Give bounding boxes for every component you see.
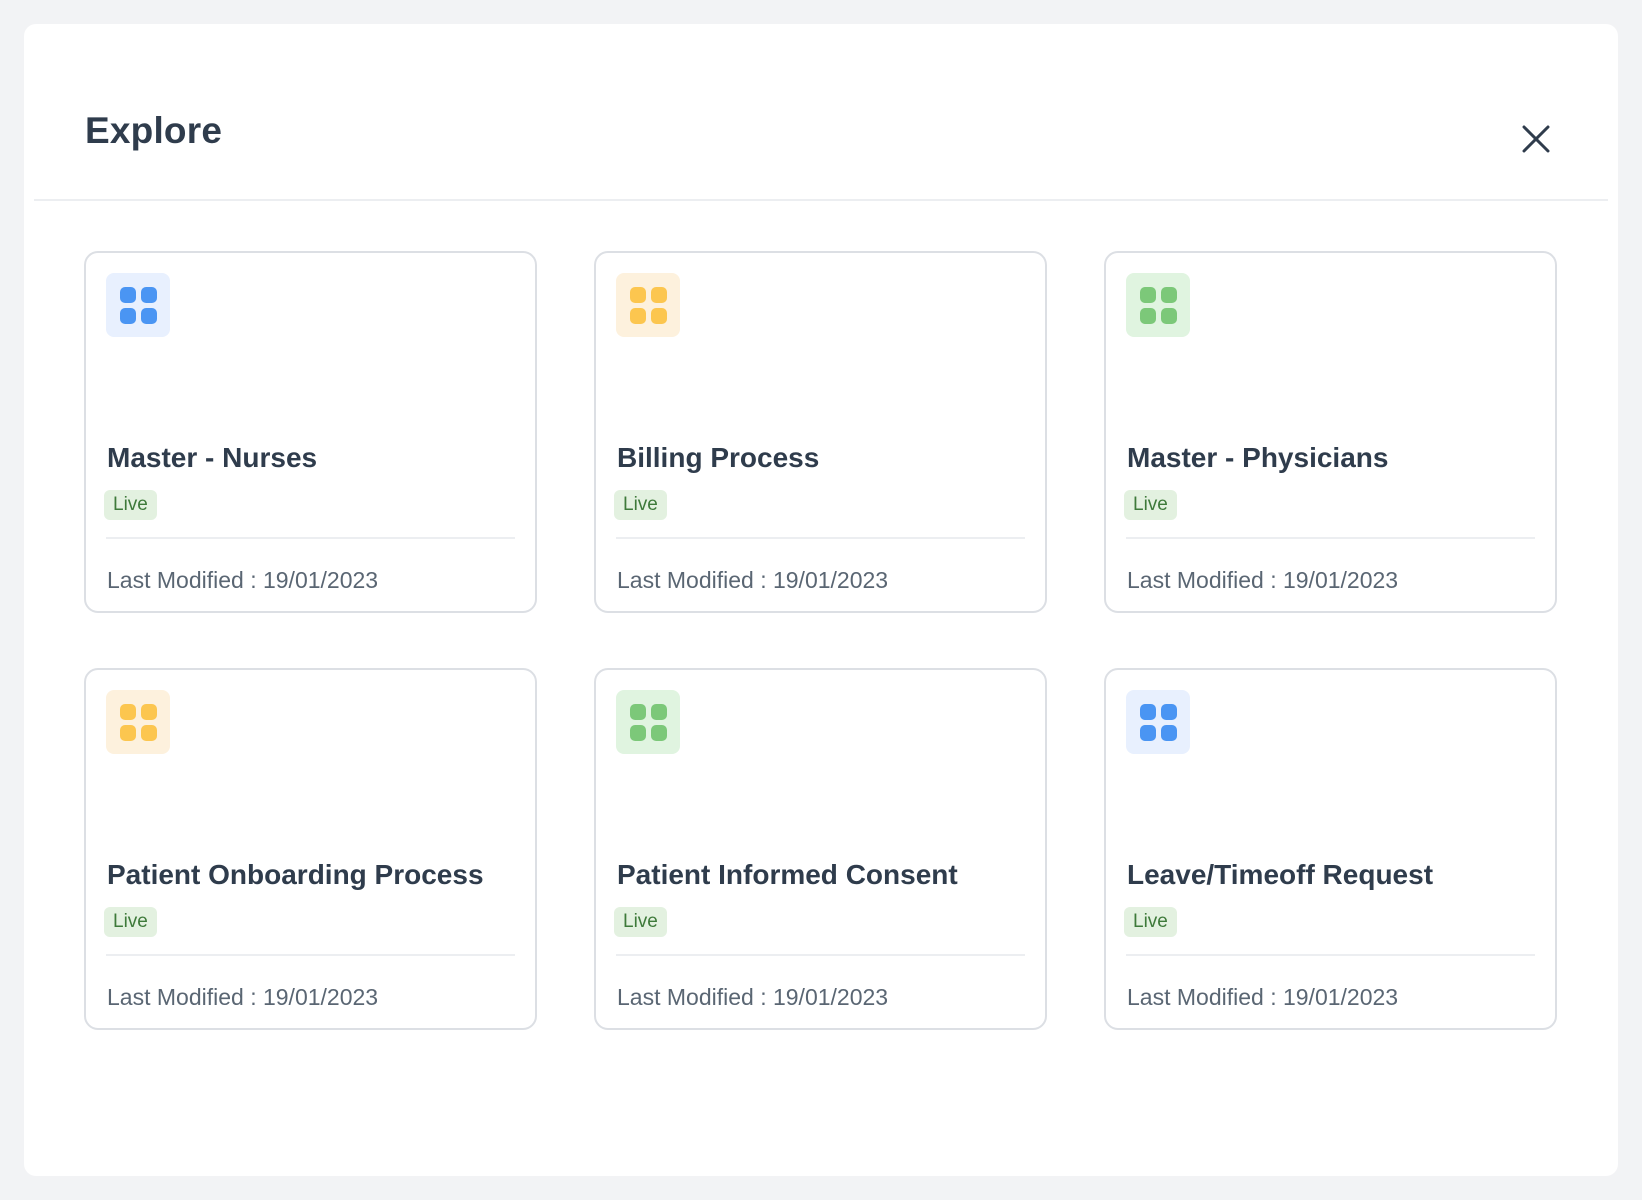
apps-grid-icon [1126, 690, 1190, 754]
card-divider [1126, 537, 1535, 539]
apps-grid-icon [106, 273, 170, 337]
card-divider [106, 537, 515, 539]
close-icon [1522, 125, 1550, 153]
card-title: Billing Process [617, 442, 820, 473]
last-modified: Last Modified : 19/01/2023 [1127, 567, 1399, 593]
card-divider [616, 537, 1025, 539]
process-card[interactable]: Patient Onboarding Process Live Last Mod… [84, 668, 537, 1030]
card-divider [1126, 954, 1535, 956]
process-card[interactable]: Billing Process Live Last Modified : 19/… [594, 251, 1047, 613]
card-title: Patient Informed Consent [617, 859, 958, 890]
status-badge: Live [1124, 490, 1177, 520]
modal-header: Explore [34, 24, 1608, 201]
apps-grid-icon [616, 690, 680, 754]
status-badge: Live [1124, 907, 1177, 937]
apps-grid-icon [106, 690, 170, 754]
explore-modal: Explore Master - Nurses Live Last Modifi… [24, 24, 1618, 1176]
modal-title: Explore [85, 110, 223, 151]
status-badge: Live [614, 907, 667, 937]
process-card[interactable]: Master - Nurses Live Last Modified : 19/… [84, 251, 537, 613]
process-card-grid: Master - Nurses Live Last Modified : 19/… [84, 251, 1558, 1030]
apps-grid-icon [616, 273, 680, 337]
card-title: Master - Nurses [107, 442, 318, 473]
card-title: Leave/Timeoff Request [1127, 859, 1434, 890]
last-modified: Last Modified : 19/01/2023 [617, 984, 889, 1010]
card-title: Patient Onboarding Process [107, 859, 484, 890]
last-modified: Last Modified : 19/01/2023 [617, 567, 889, 593]
last-modified: Last Modified : 19/01/2023 [107, 984, 379, 1010]
window-frame: Explore Master - Nurses Live Last Modifi… [0, 0, 1642, 1200]
card-title: Master - Physicians [1127, 442, 1389, 473]
last-modified: Last Modified : 19/01/2023 [1127, 984, 1399, 1010]
card-divider [616, 954, 1025, 956]
close-button[interactable] [1512, 115, 1560, 163]
process-card[interactable]: Leave/Timeoff Request Live Last Modified… [1104, 668, 1557, 1030]
process-card[interactable]: Master - Physicians Live Last Modified :… [1104, 251, 1557, 613]
process-card[interactable]: Patient Informed Consent Live Last Modif… [594, 668, 1047, 1030]
status-badge: Live [104, 490, 157, 520]
card-divider [106, 954, 515, 956]
status-badge: Live [614, 490, 667, 520]
status-badge: Live [104, 907, 157, 937]
apps-grid-icon [1126, 273, 1190, 337]
last-modified: Last Modified : 19/01/2023 [107, 567, 379, 593]
